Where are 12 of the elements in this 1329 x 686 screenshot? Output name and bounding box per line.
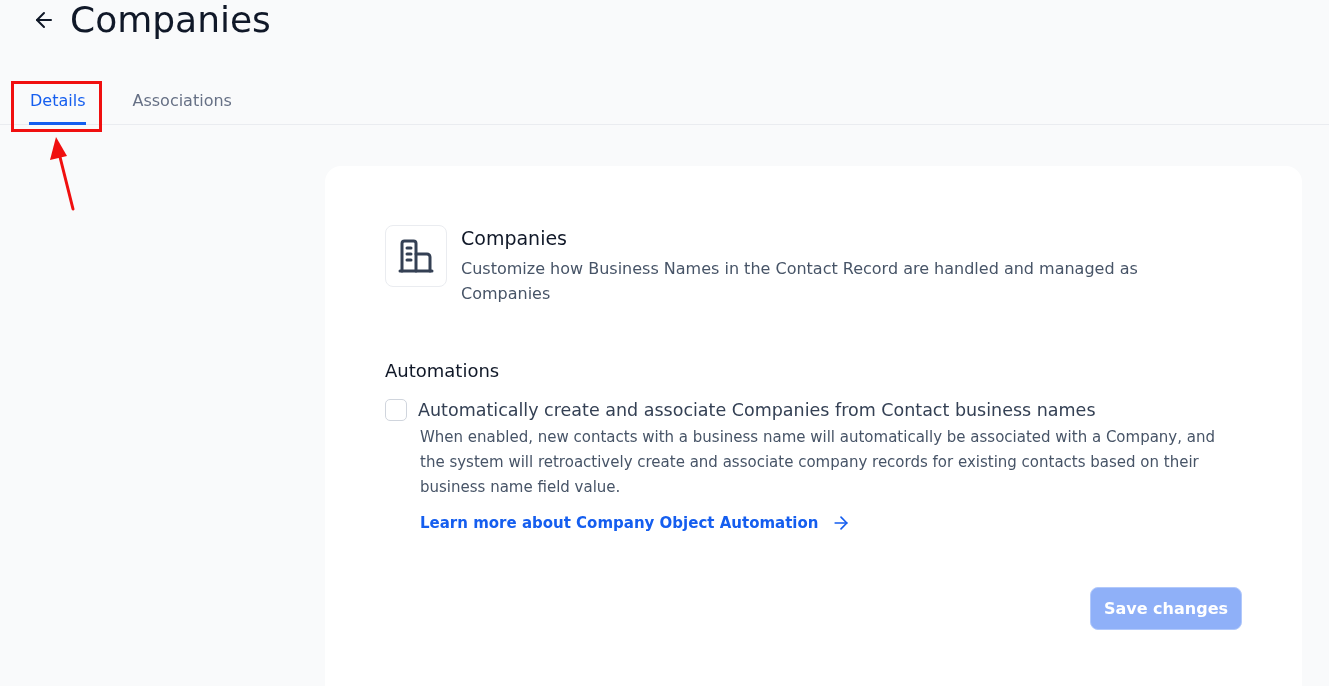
card-title: Companies: [461, 226, 568, 251]
pointer-arrow-icon: [49, 137, 77, 211]
tab[interactable]: Details: [29, 75, 87, 125]
help-text: When enabled, new contacts with a business name will automatically be associated with a Company, and the system will retroactively create and associate company records for existing contacts based on their business name field value.: [420, 427, 1216, 498]
building-icon: [398, 239, 434, 273]
section-heading: Automations: [385, 359, 501, 383]
learn-more-link[interactable]: Learn more about Company Object Automation: [420, 510, 851, 536]
checkbox-label: Automatically create and associate Companies from Contact business names: [418, 399, 1096, 422]
card-description: Customize how Business Names in the Contact Record are handled and managed as Companies: [461, 258, 1139, 305]
checkbox[interactable]: [385, 399, 407, 421]
tab[interactable]: Associations: [131, 75, 233, 125]
page-title: Companies: [70, 0, 271, 40]
